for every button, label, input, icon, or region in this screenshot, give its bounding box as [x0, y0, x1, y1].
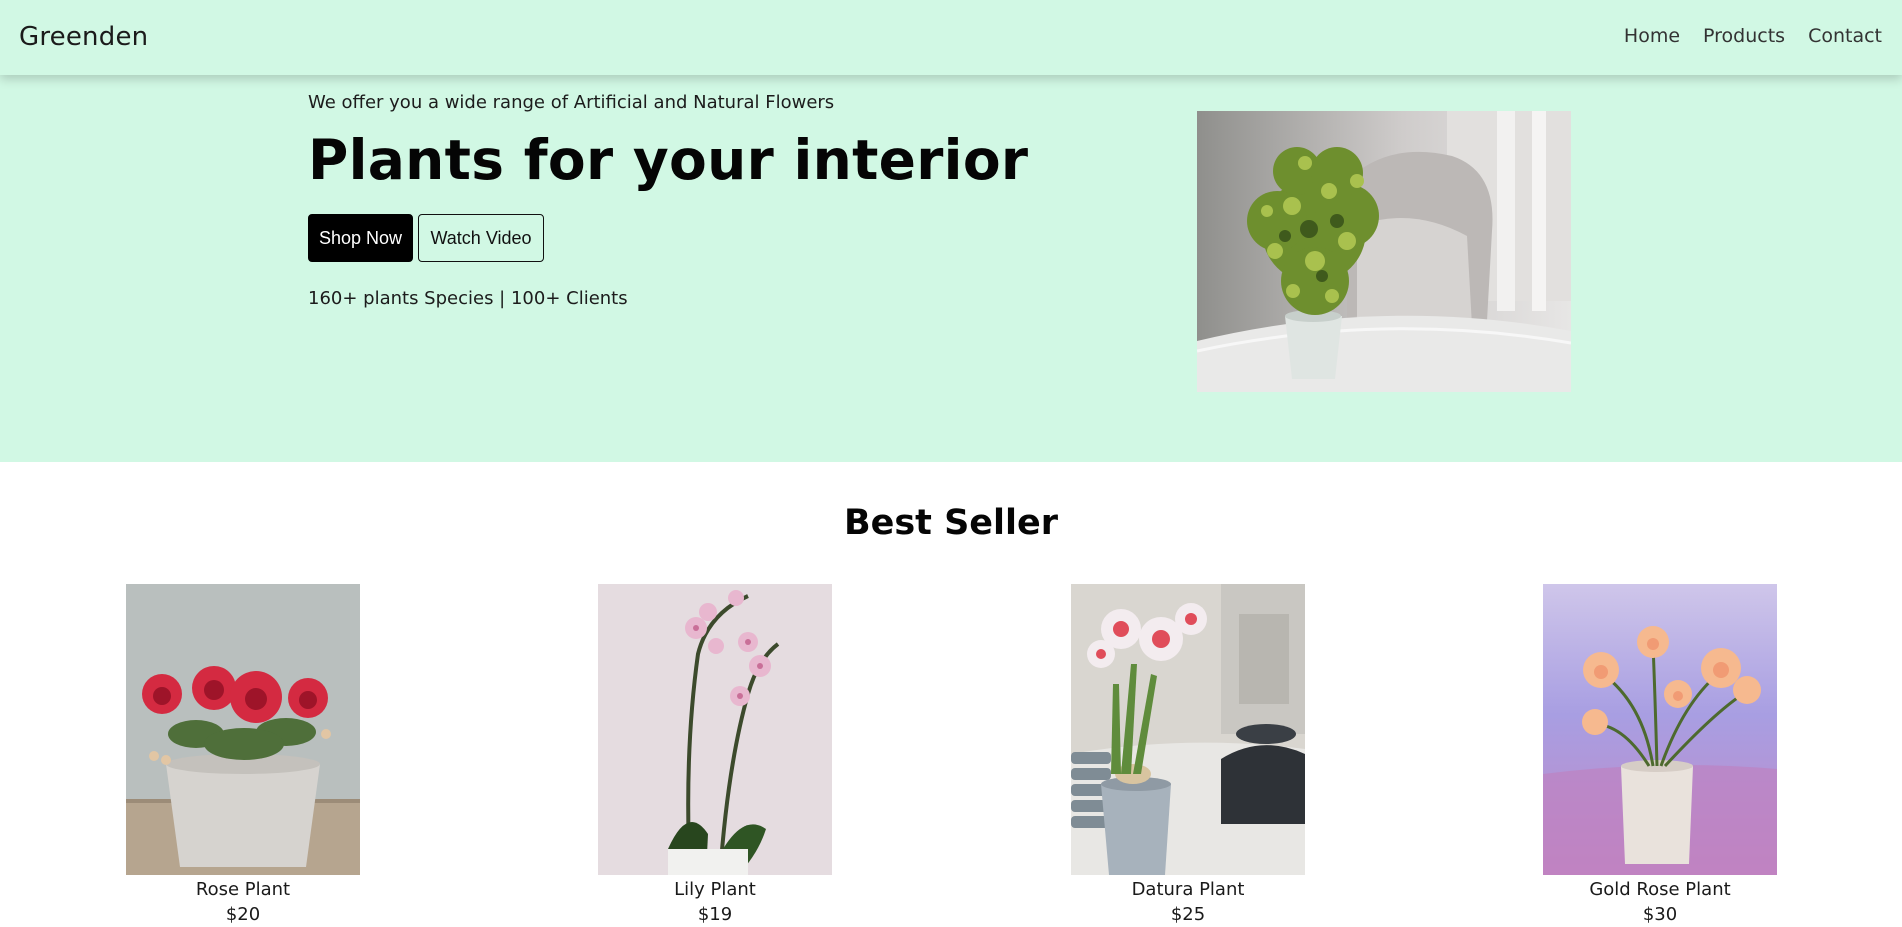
nav-link-contact[interactable]: Contact — [1808, 25, 1882, 47]
hero-headline: Plants for your interior — [308, 128, 1029, 192]
product-price: $19 — [697, 904, 733, 925]
nav-link-products[interactable]: Products — [1703, 25, 1785, 47]
product-image-datura[interactable] — [1071, 584, 1305, 875]
product-card-gold-rose[interactable]: Gold Rose Plant $30 — [1543, 584, 1777, 925]
nav-link-home[interactable]: Home — [1624, 25, 1680, 47]
product-name: Lily Plant — [674, 879, 756, 900]
product-name: Rose Plant — [195, 879, 291, 900]
navbar: Greenden Home Products Contact — [0, 0, 1902, 75]
product-image-lily[interactable] — [598, 584, 832, 875]
product-image-gold-rose[interactable] — [1543, 584, 1777, 875]
product-price: $25 — [1170, 904, 1206, 925]
product-name: Gold Rose Plant — [1589, 879, 1731, 900]
product-name: Datura Plant — [1131, 879, 1245, 900]
product-image-rose[interactable] — [126, 584, 360, 875]
hero-tagline: We offer you a wide range of Artificial … — [308, 92, 835, 113]
hero-stats: 160+ plants Species | 100+ Clients — [308, 288, 628, 309]
best-seller-title: Best Seller — [843, 503, 1059, 543]
watch-video-button[interactable]: Watch Video — [418, 214, 544, 262]
brand-logo[interactable]: Greenden — [19, 22, 148, 52]
product-price: $20 — [225, 904, 261, 925]
nav-links: Home Products Contact — [1624, 25, 1882, 47]
product-card-datura[interactable]: Datura Plant $25 — [1071, 584, 1305, 925]
hero-plant-image — [1197, 111, 1571, 392]
product-card-rose[interactable]: Rose Plant $20 — [126, 584, 360, 925]
product-price: $30 — [1642, 904, 1678, 925]
hero-section: We offer you a wide range of Artificial … — [0, 75, 1902, 462]
product-card-lily[interactable]: Lily Plant $19 — [598, 584, 832, 925]
shop-now-button[interactable]: Shop Now — [308, 214, 413, 262]
